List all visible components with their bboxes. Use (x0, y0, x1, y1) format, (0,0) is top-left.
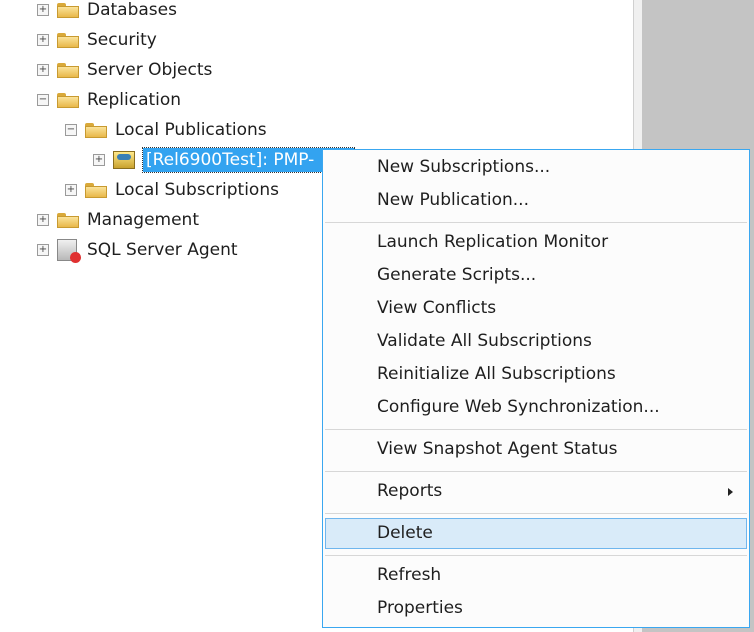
node-label: Management (87, 210, 199, 230)
menu-item-configure-web-synchronization[interactable]: Configure Web Synchronization... (325, 392, 747, 423)
menu-separator (325, 429, 747, 430)
menu-item-view-snapshot-agent-status[interactable]: View Snapshot Agent Status (325, 434, 747, 465)
menu-separator (325, 222, 747, 223)
menu-separator (325, 471, 747, 472)
tree-node-databases[interactable]: + Databases (37, 0, 177, 23)
tree-node-sql-server-agent[interactable]: + SQL Server Agent (37, 237, 238, 263)
tree-node-server-objects[interactable]: + Server Objects (37, 57, 212, 83)
publication-icon (113, 151, 135, 169)
expand-icon[interactable]: + (37, 34, 49, 46)
menu-separator (325, 513, 747, 514)
tree-node-replication[interactable]: − Replication (37, 87, 181, 113)
node-label: Server Objects (87, 60, 213, 80)
menu-item-launch-replication-monitor[interactable]: Launch Replication Monitor (325, 227, 747, 258)
folder-icon (85, 182, 107, 198)
tree-node-local-publications[interactable]: − Local Publications (65, 117, 267, 143)
menu-item-refresh[interactable]: Refresh (325, 560, 747, 591)
expand-icon[interactable]: + (37, 4, 49, 16)
tree-node-local-subscriptions[interactable]: + Local Subscriptions (65, 177, 279, 203)
folder-icon (57, 212, 79, 228)
node-label: Local Publications (115, 120, 267, 140)
node-label: Databases (87, 0, 177, 20)
folder-icon (57, 92, 79, 108)
menu-item-generate-scripts[interactable]: Generate Scripts... (325, 260, 747, 291)
expand-icon[interactable]: + (65, 184, 77, 196)
expand-icon[interactable]: + (93, 154, 105, 166)
menu-item-reinitialize-all-subscriptions[interactable]: Reinitialize All Subscriptions (325, 359, 747, 390)
menu-separator (325, 555, 747, 556)
tree-node-security[interactable]: + Security (37, 27, 157, 53)
node-label: Local Subscriptions (115, 180, 279, 200)
tree-node-management[interactable]: + Management (37, 207, 199, 233)
expand-icon[interactable]: + (37, 214, 49, 226)
folder-icon (85, 122, 107, 138)
menu-item-properties[interactable]: Properties (325, 593, 747, 624)
expand-icon[interactable]: + (37, 244, 49, 256)
node-label: Security (87, 30, 157, 50)
menu-item-validate-all-subscriptions[interactable]: Validate All Subscriptions (325, 326, 747, 357)
tree-node-publication[interactable]: + [Rel6900Test]: PMP- (93, 147, 355, 173)
sql-agent-icon (57, 239, 81, 263)
node-label: SQL Server Agent (87, 240, 238, 260)
menu-item-new-publication[interactable]: New Publication... (325, 185, 747, 216)
collapse-icon[interactable]: − (37, 94, 49, 106)
collapse-icon[interactable]: − (65, 124, 77, 136)
expand-icon[interactable]: + (37, 64, 49, 76)
context-menu: New Subscriptions... New Publication... … (322, 149, 750, 628)
node-label: Replication (87, 90, 182, 110)
folder-icon (57, 62, 79, 78)
folder-icon (57, 32, 79, 48)
menu-item-reports[interactable]: Reports (325, 476, 747, 507)
menu-item-new-subscriptions[interactable]: New Subscriptions... (325, 152, 747, 183)
submenu-arrow-icon (728, 488, 733, 496)
menu-item-label: Reports (377, 481, 443, 501)
menu-item-view-conflicts[interactable]: View Conflicts (325, 293, 747, 324)
folder-icon (57, 2, 79, 18)
menu-item-delete[interactable]: Delete (325, 518, 747, 549)
